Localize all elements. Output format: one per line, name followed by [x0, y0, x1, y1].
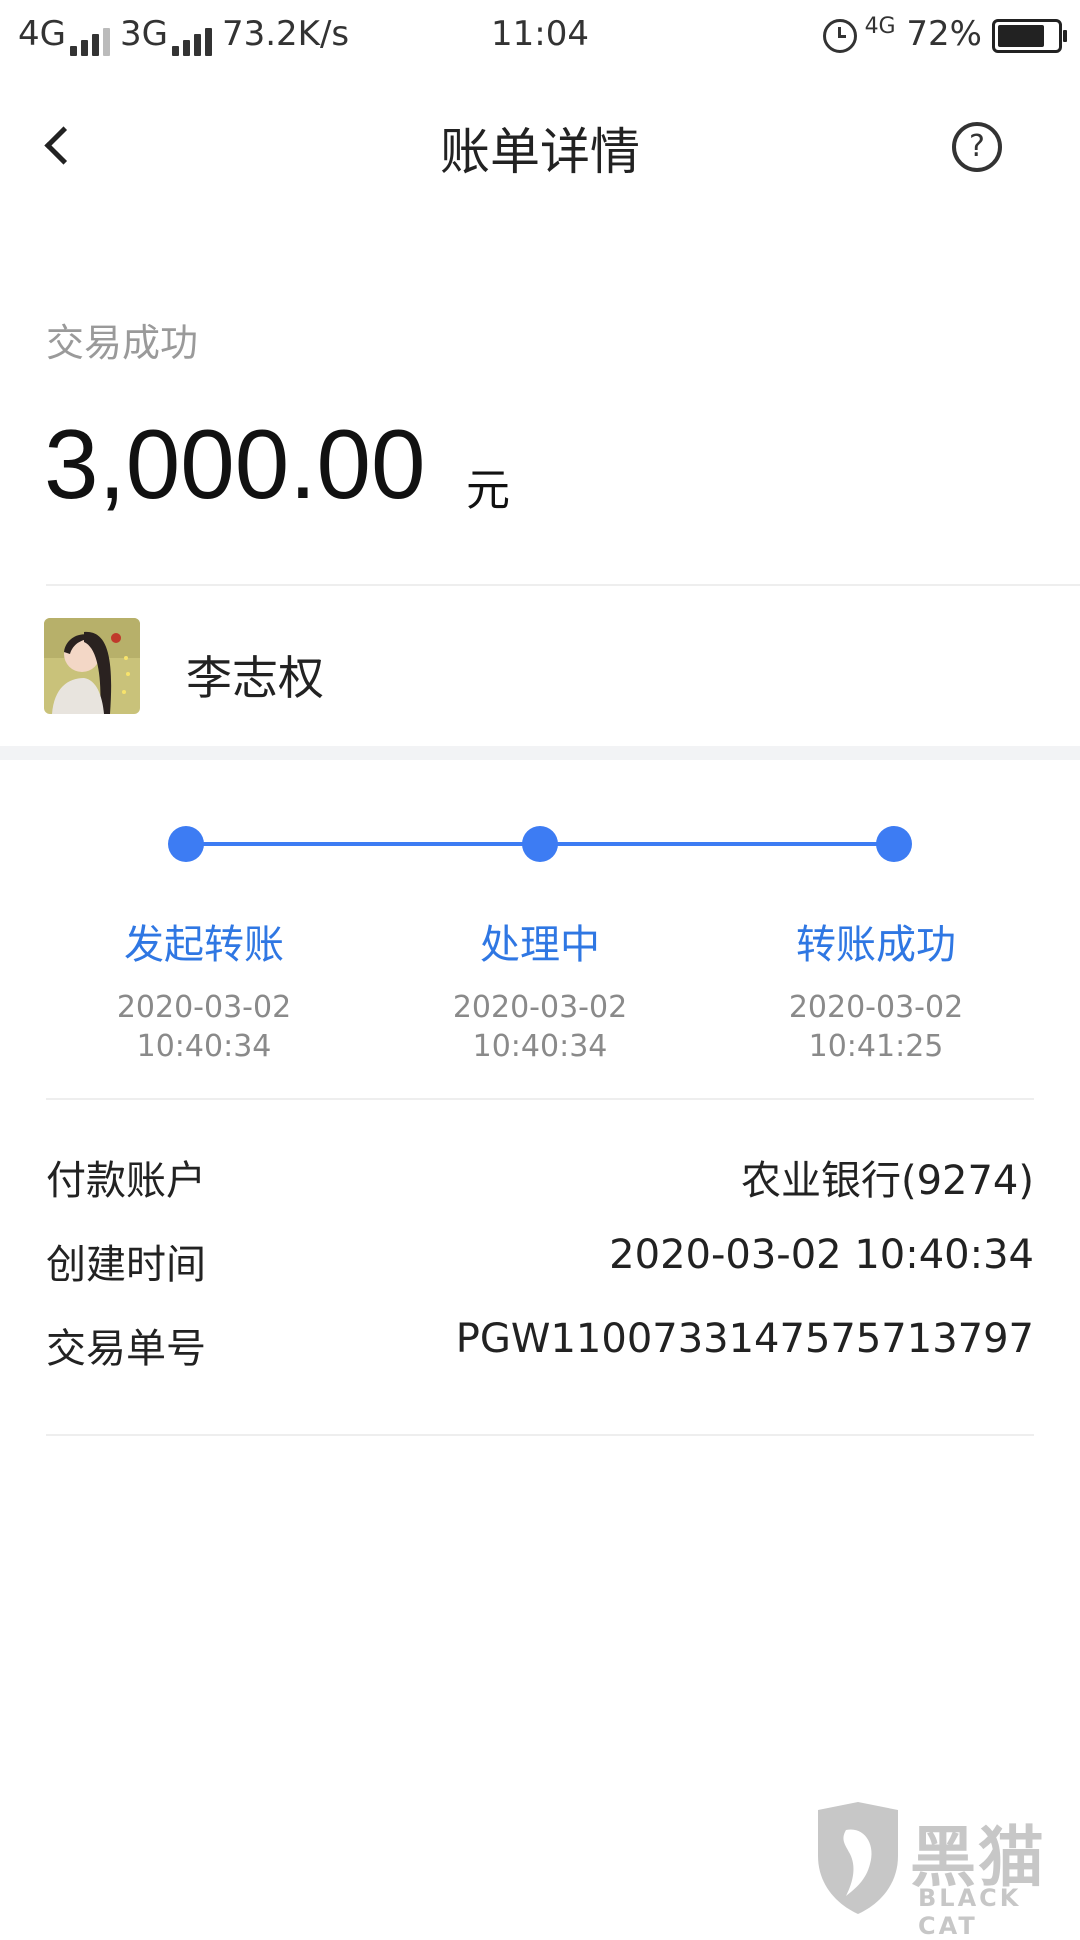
divider	[46, 1434, 1034, 1436]
section-separator	[0, 746, 1080, 760]
avatar[interactable]	[44, 618, 140, 714]
watermark: 黑猫 BLACK CAT	[810, 1800, 1080, 1940]
progress-dot-2	[522, 826, 558, 862]
step-clock-1: 10:40:34	[136, 1029, 272, 1064]
amount: 3,000.00	[44, 409, 426, 519]
system-indicators: 4G 72%	[822, 14, 1067, 54]
step-time-3: 2020-03-02 10:41:25	[726, 988, 1026, 1066]
step-date-1: 2020-03-02	[116, 990, 292, 1025]
step-time-1: 2020-03-02 10:40:34	[54, 988, 354, 1066]
step-clock-3: 10:41:25	[808, 1029, 944, 1064]
recipient-name: 李志权	[186, 651, 324, 705]
step-clock-2: 10:40:34	[472, 1029, 608, 1064]
help-icon[interactable]: ?	[952, 122, 1002, 172]
step-label-1: 发起转账	[124, 922, 284, 968]
detail-value-transaction-id: PGW1100733147575713797	[455, 1316, 1034, 1362]
battery-icon	[992, 18, 1067, 53]
watermark-subtext: BLACK CAT	[918, 1884, 1022, 1940]
avatar-image	[44, 618, 140, 714]
step-time-2: 2020-03-02 10:40:34	[390, 988, 690, 1066]
battery-percent: 72%	[906, 14, 982, 54]
detail-value-payment-account: 农业银行(9274)	[740, 1158, 1034, 1204]
detail-label-created-time: 创建时间	[46, 1242, 206, 1288]
divider	[46, 584, 1080, 586]
detail-label-payment-account: 付款账户	[46, 1158, 206, 1204]
detail-label-transaction-id: 交易单号	[46, 1326, 206, 1372]
step-date-3: 2020-03-02	[788, 990, 964, 1025]
black-cat-logo-icon	[818, 1802, 898, 1914]
divider	[46, 1098, 1034, 1100]
page-title: 账单详情	[440, 123, 640, 181]
alarm-icon	[822, 18, 857, 53]
transaction-status: 交易成功	[46, 321, 199, 365]
detail-value-created-time: 2020-03-02 10:40:34	[609, 1232, 1034, 1278]
network-type-3: 4G	[864, 14, 896, 39]
step-label-2: 处理中	[480, 922, 600, 968]
step-label-3: 转账成功	[796, 922, 956, 968]
progress-dot-3	[876, 826, 912, 862]
step-date-2: 2020-03-02	[452, 990, 628, 1025]
currency-unit: 元	[466, 465, 510, 516]
status-bar: 4G 3G 73.2K/s 11:04 4G 72%	[0, 0, 1080, 78]
progress-dot-1	[168, 826, 204, 862]
